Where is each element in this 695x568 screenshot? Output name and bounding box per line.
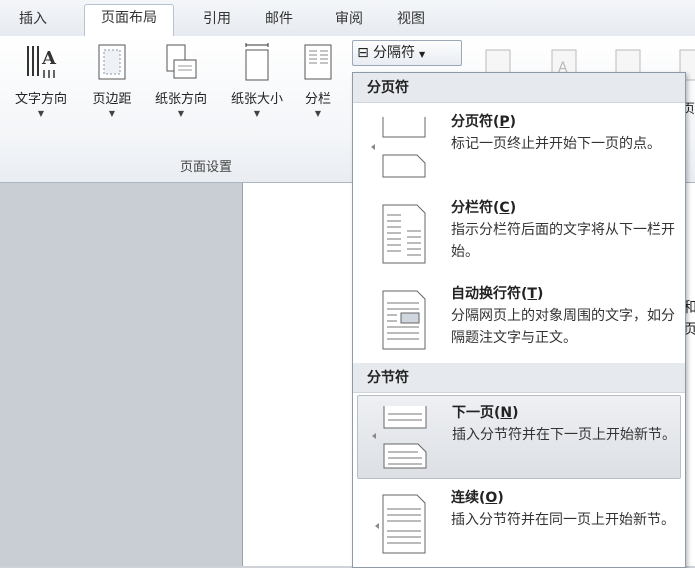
menu-item-accelerator: O xyxy=(485,490,498,506)
tab-view[interactable]: 视图 xyxy=(386,6,436,36)
tab-mailings[interactable]: 邮件 xyxy=(254,6,304,36)
text-direction-icon: A xyxy=(27,46,57,78)
orientation-label: 纸张方向 xyxy=(154,92,207,107)
tab-references[interactable]: 引用 xyxy=(192,6,242,36)
text-direction-button[interactable]: A 文字方向 ▼ xyxy=(6,42,76,118)
menu-item-column-break[interactable]: 分栏符(C) 指示分栏符后面的文字将从下一栏开始。 xyxy=(357,191,681,275)
menu-item-description: 指示分栏符后面的文字将从下一栏开始。 xyxy=(451,222,675,260)
columns-icon xyxy=(304,44,332,80)
paper-size-label: 纸张大小 xyxy=(230,92,283,107)
menu-item-page-break[interactable]: 分页符(P) 标记一页终止并开始下一页的点。 xyxy=(357,105,681,189)
tab-page-layout[interactable]: 页面布局 xyxy=(84,4,174,37)
continuous-section-icon xyxy=(375,494,426,554)
margins-button[interactable]: 页边距 ▼ xyxy=(84,42,140,118)
chevron-down-icon: ▼ xyxy=(253,109,261,118)
menu-item-accelerator: C xyxy=(499,200,510,216)
menu-item-accelerator: T xyxy=(527,286,537,302)
menu-item-text-wrapping-break[interactable]: 自动换行符(T) 分隔网页上的对象周围的文字，如分隔题注文字与正文。 xyxy=(357,277,681,361)
chevron-down-icon: ▼ xyxy=(108,109,116,118)
menu-item-continuous[interactable]: 连续(O) 插入分节符并在同一页上开始新节。 xyxy=(357,481,681,565)
menu-item-title-text: 连续 xyxy=(451,490,479,506)
section-header-page-breaks: 分页符 xyxy=(353,73,685,103)
menu-item-title-text: 自动换行符 xyxy=(451,286,521,302)
section-header-section-breaks: 分节符 xyxy=(353,363,685,393)
svg-text:A: A xyxy=(41,48,57,69)
margins-icon xyxy=(98,44,126,80)
columns-label: 分栏 xyxy=(304,92,331,107)
menu-item-title: 分栏符(C) xyxy=(451,200,517,216)
page-break-icon xyxy=(371,117,426,178)
chevron-down-icon: ▼ xyxy=(314,109,322,118)
chevron-down-icon: ▼ xyxy=(177,109,185,118)
breaks-dropdown-menu: 分页符 分页符(P) 标记一页终止并开始下一页的点。 分栏符(C) 指示分栏符后… xyxy=(352,72,686,568)
breaks-button[interactable]: ⊟ 分隔符 ▼ xyxy=(352,40,462,66)
menu-item-title: 自动换行符(T) xyxy=(451,286,544,302)
text-wrapping-break-icon xyxy=(382,290,426,350)
chevron-down-icon: ▼ xyxy=(419,50,426,59)
tab-insert[interactable]: 插入 xyxy=(8,6,58,36)
margins-label: 页边距 xyxy=(92,92,132,107)
text-direction-label: 文字方向 xyxy=(14,92,67,107)
paper-size-icon xyxy=(245,43,269,81)
menu-item-next-page[interactable]: 下一页(N) 插入分节符并在下一页上开始新节。 xyxy=(357,395,681,479)
menu-item-title-text: 分页符 xyxy=(451,114,493,130)
orientation-icon xyxy=(166,44,197,79)
menu-item-title: 分页符(P) xyxy=(451,114,517,130)
column-break-icon xyxy=(382,204,426,264)
orientation-button[interactable]: 纸张方向 ▼ xyxy=(146,42,216,118)
chevron-down-icon: ▼ xyxy=(37,109,45,118)
menu-item-accelerator: P xyxy=(499,114,510,130)
paper-size-button[interactable]: 纸张大小 ▼ xyxy=(222,42,292,118)
breaks-button-label: 分隔符 xyxy=(373,45,415,61)
menu-item-description: 插入分节符并在下一页上开始新节。 xyxy=(452,427,676,443)
menu-item-title-text: 分栏符 xyxy=(451,200,493,216)
menu-item-description: 标记一页终止并开始下一页的点。 xyxy=(451,136,661,152)
tab-review[interactable]: 审阅 xyxy=(324,6,374,36)
menu-item-title: 连续(O) xyxy=(451,490,504,506)
page-setup-group-label: 页面设置 xyxy=(180,160,233,175)
menu-item-title: 下一页(N) xyxy=(452,405,519,421)
columns-button[interactable]: 分栏 ▼ xyxy=(298,42,338,118)
menu-item-title-text: 下一页 xyxy=(452,405,494,421)
menu-item-description: 分隔网页上的对象周围的文字，如分隔题注文字与正文。 xyxy=(451,308,675,346)
menu-item-accelerator: N xyxy=(500,405,513,421)
next-page-section-icon xyxy=(372,406,427,469)
ribbon-tab-bar: 插入 页面布局 引用 邮件 审阅 视图 xyxy=(0,0,695,37)
menu-item-description: 插入分节符并在同一页上开始新节。 xyxy=(451,512,675,528)
breaks-icon: ⊟ xyxy=(357,45,369,61)
